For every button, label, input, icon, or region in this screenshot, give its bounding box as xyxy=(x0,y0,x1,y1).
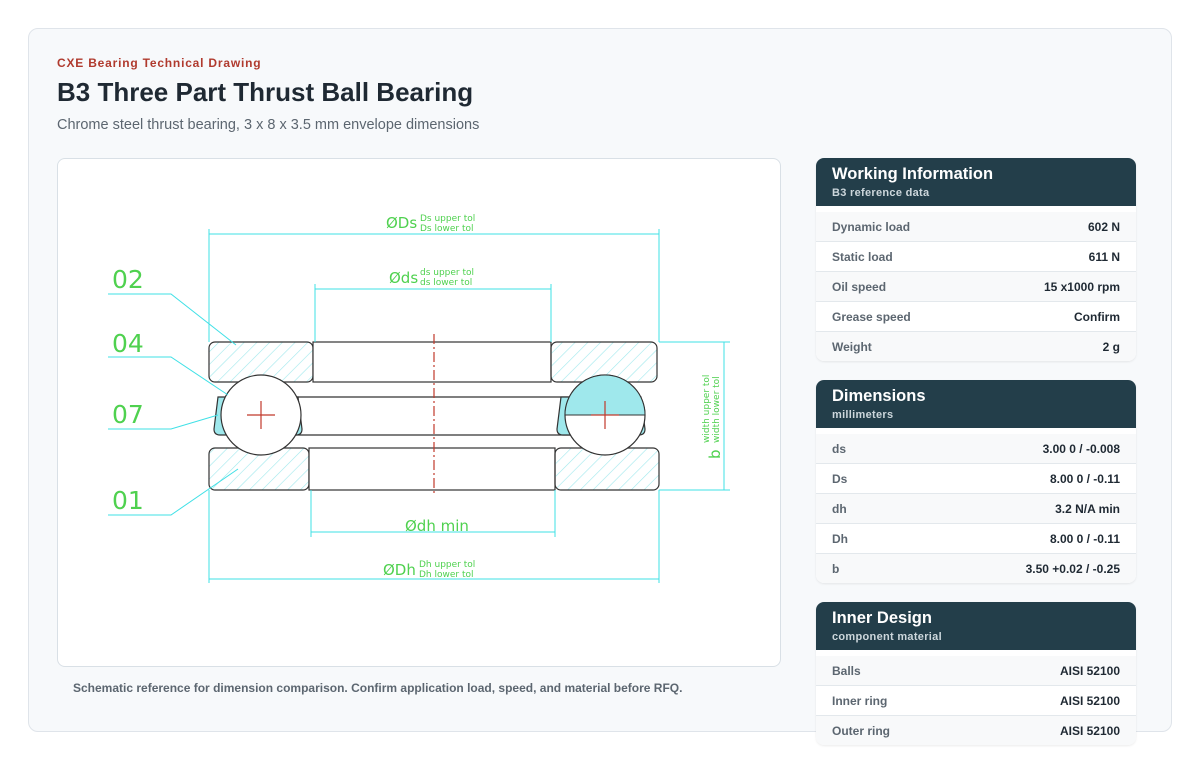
material-value: AISI 52100 xyxy=(1059,663,1120,678)
material-row-inner-ring: Inner ring AISI 52100 xyxy=(816,686,1136,716)
drawing-caption: Schematic reference for dimension compar… xyxy=(73,681,683,695)
spec-label: Oil speed xyxy=(832,279,887,294)
dim-dh-label: Ødh min xyxy=(405,517,469,535)
dim-Dh-lower: Dh lower tol xyxy=(419,570,474,580)
eyebrow: CXE Bearing Technical Drawing xyxy=(57,56,262,70)
dim-Dh-label: ØDh xyxy=(383,561,416,579)
dim-Ds-upper: Ds upper tol xyxy=(420,214,475,224)
dim-b-lower: width lower tol xyxy=(712,376,722,443)
spec-row-grease-speed: Grease speed Confirm xyxy=(816,302,1136,332)
dim-ds-label: Øds xyxy=(389,269,418,287)
dim-ds-upper: ds upper tol xyxy=(420,268,474,278)
spec-label: Weight xyxy=(832,339,872,354)
spec-row-dynamic-load: Dynamic load 602 N xyxy=(816,212,1136,242)
dim-b-upper: width upper tol xyxy=(702,375,712,443)
panel-title: Dimensions xyxy=(832,387,926,405)
spec-row-static-load: Static load 611 N xyxy=(816,242,1136,272)
dim-Ds-label: ØDs xyxy=(386,214,417,232)
dim-b-group: b width upper tol width lower tol xyxy=(702,375,724,459)
panel-header: Working Information B3 reference data xyxy=(816,158,1136,206)
material-label: Outer ring xyxy=(832,723,891,738)
callout-02: 02 xyxy=(112,265,144,294)
panel-subtitle: component material xyxy=(832,631,942,643)
dim-row-dh: dh 3.2 N/A min xyxy=(816,494,1136,524)
balls xyxy=(220,374,646,456)
dim-ds-lower: ds lower tol xyxy=(420,278,472,288)
top-washer xyxy=(208,341,658,383)
spec-label: Dynamic load xyxy=(832,219,911,234)
material-row-outer-ring: Outer ring AISI 52100 xyxy=(816,716,1136,745)
material-label: Balls xyxy=(832,663,861,678)
panel-title: Inner Design xyxy=(832,609,932,627)
spec-value: Confirm xyxy=(1074,309,1120,324)
dim-label: ds xyxy=(832,441,847,456)
page-title: B3 Three Part Thrust Ball Bearing xyxy=(57,77,474,107)
dim-label: Ds xyxy=(832,471,848,486)
spec-value: 611 N xyxy=(1088,249,1120,264)
spec-row-oil-speed: Oil speed 15 x1000 rpm xyxy=(816,272,1136,302)
inner-design-panel: Inner Design component material Balls AI… xyxy=(816,602,1136,745)
dimensions-panel: Dimensions millimeters ds 3.00 0 / -0.00… xyxy=(816,380,1136,583)
dim-label: dh xyxy=(832,501,847,516)
spec-value: 602 N xyxy=(1087,219,1120,234)
panel-subtitle: B3 reference data xyxy=(832,187,930,199)
panel-title: Working Information xyxy=(832,165,994,183)
dim-value: 3.2 N/A min xyxy=(1055,501,1120,516)
dim-label: b xyxy=(832,561,840,576)
dim-row-ds: ds 3.00 0 / -0.008 xyxy=(816,434,1136,464)
material-label: Inner ring xyxy=(832,693,888,708)
material-value: AISI 52100 xyxy=(1059,723,1120,738)
callout-07: 07 xyxy=(112,400,144,429)
dim-row-Dh: Dh 8.00 0 / -0.11 xyxy=(816,524,1136,554)
dim-label: Dh xyxy=(832,531,848,546)
spec-label: Static load xyxy=(832,249,893,264)
spec-label: Grease speed xyxy=(832,309,911,324)
dim-Dh-upper: Dh upper tol xyxy=(419,560,475,570)
spec-value: 2 g xyxy=(1102,339,1120,354)
dim-Ds-lower: Ds lower tol xyxy=(420,224,473,234)
dim-value: 8.00 0 / -0.11 xyxy=(1049,531,1120,546)
panel-header: Inner Design component material xyxy=(816,602,1136,650)
working-information-panel: Working Information B3 reference data Dy… xyxy=(816,158,1136,361)
material-row-balls: Balls AISI 52100 xyxy=(816,656,1136,686)
dim-value: 3.50 +0.02 / -0.25 xyxy=(1025,561,1120,576)
bearing-drawing-svg: 02 04 07 01 ØDs Ds upper tol Ds lower to… xyxy=(108,214,730,583)
dim-row-b: b 3.50 +0.02 / -0.25 xyxy=(816,554,1136,583)
callout-04: 04 xyxy=(112,329,144,358)
technical-drawing: 02 04 07 01 ØDs Ds upper tol Ds lower to… xyxy=(57,158,781,667)
spec-card: CXE Bearing Technical Drawing B3 Three P… xyxy=(28,28,1172,745)
callout-01: 01 xyxy=(112,486,144,515)
dim-value: 3.00 0 / -0.008 xyxy=(1042,441,1120,456)
panel-subtitle: millimeters xyxy=(832,409,894,421)
spec-row-weight: Weight 2 g xyxy=(816,332,1136,361)
spec-value: 15 x1000 rpm xyxy=(1043,279,1120,294)
dim-b-label: b xyxy=(706,449,724,459)
page-subtitle: Chrome steel thrust bearing, 3 x 8 x 3.5… xyxy=(57,117,480,133)
material-value: AISI 52100 xyxy=(1059,693,1120,708)
dim-row-Ds: Ds 8.00 0 / -0.11 xyxy=(816,464,1136,494)
panel-header: Dimensions millimeters xyxy=(816,380,1136,428)
dim-value: 8.00 0 / -0.11 xyxy=(1049,471,1120,486)
